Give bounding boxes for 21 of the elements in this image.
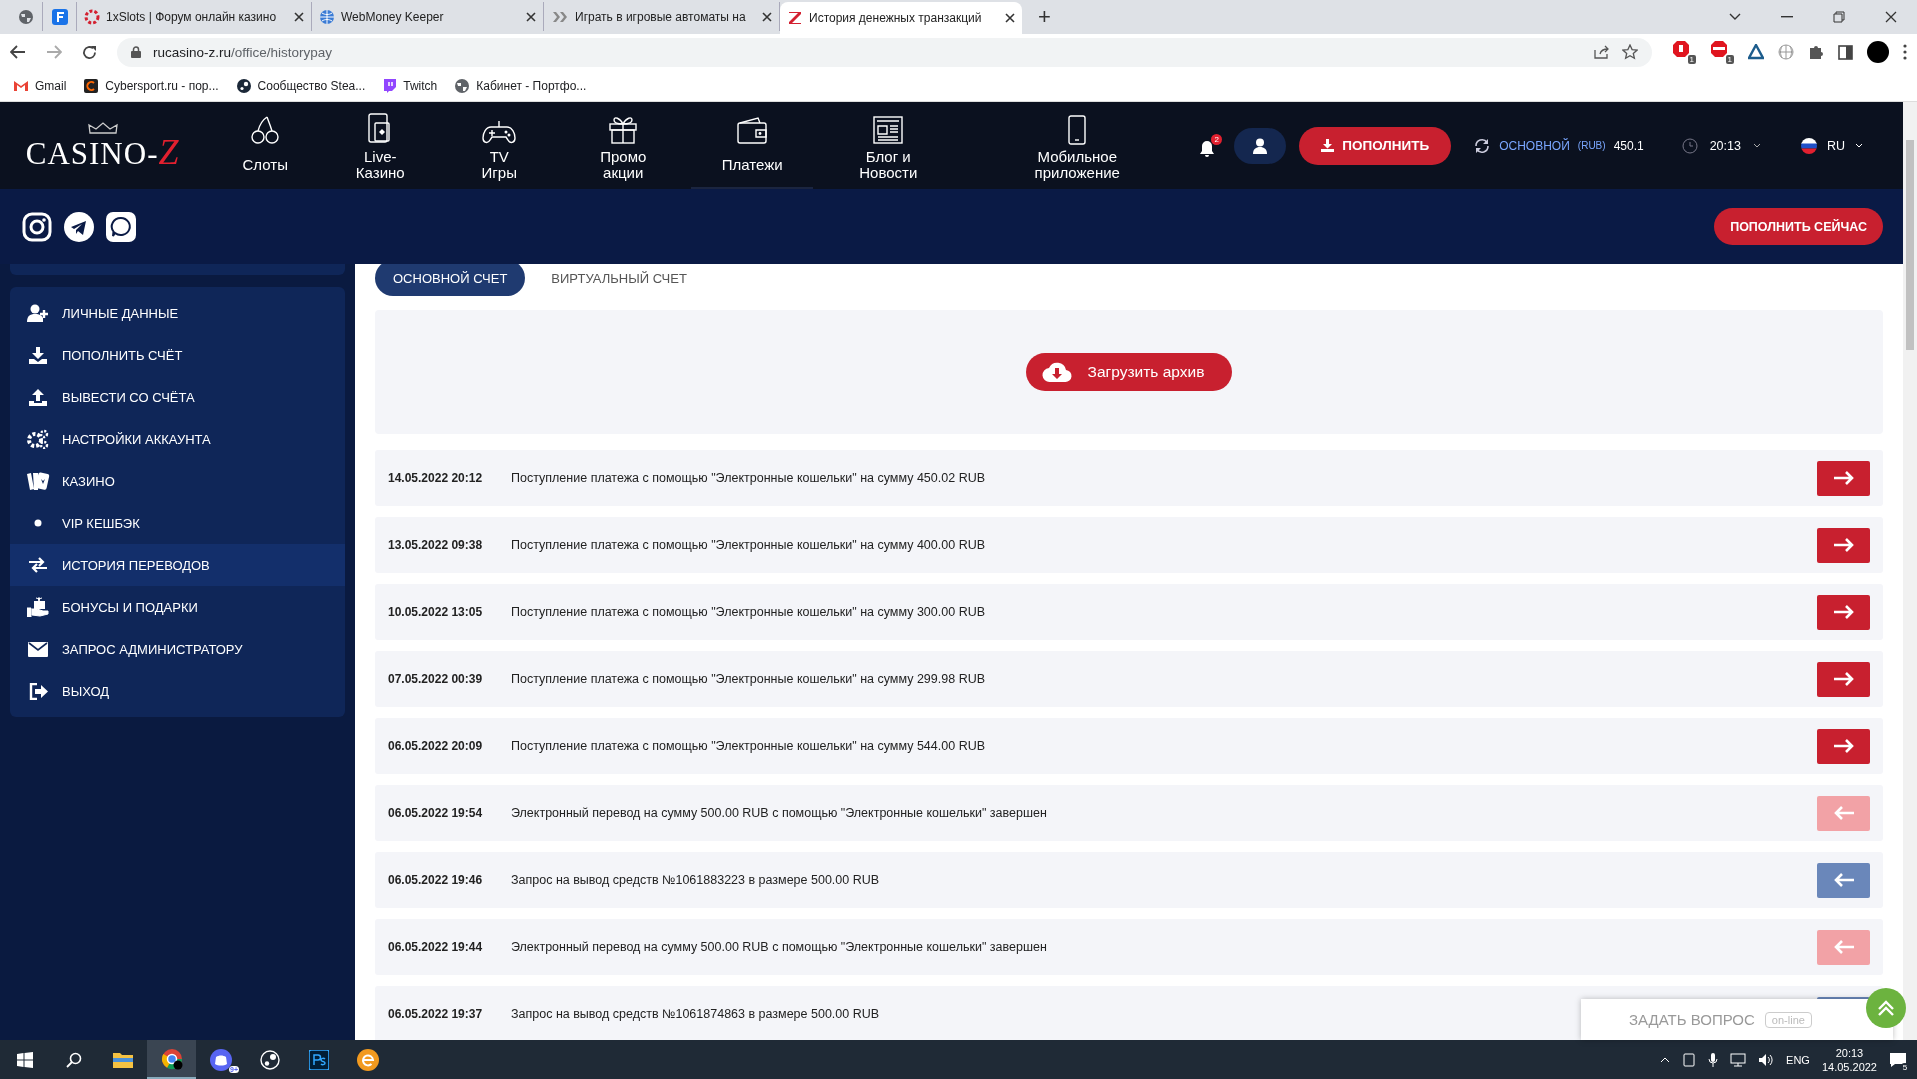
transaction-description: Поступление платежа с помощью "Электронные кошельки" на сумму 450.02 RUB bbox=[511, 471, 986, 485]
transaction-date: 10.05.2022 13:05 bbox=[387, 605, 484, 619]
transaction-date: 13.05.2022 09:38 bbox=[387, 538, 484, 552]
transaction-description: Электронный перевод на сумму 500.00 RUB с помощью "Электронные кошельки" завершен bbox=[511, 806, 1047, 820]
transaction-description: Поступление платежа с помощью "Электронные кошельки" на сумму 300.00 RUB bbox=[511, 605, 986, 619]
transaction-description: Поступление платежа с помощью "Электронные кошельки" на сумму 299.98 RUB bbox=[511, 672, 986, 686]
online-status-badge: on-line bbox=[1764, 1011, 1812, 1028]
transaction-date: 06.05.2022 19:46 bbox=[387, 873, 484, 887]
transaction-date: 06.05.2022 19:44 bbox=[387, 940, 484, 954]
transaction-date: 06.05.2022 19:54 bbox=[387, 806, 484, 820]
transaction-description: Электронный перевод на сумму 500.00 RUB с помощью "Электронные кошельки" завершен bbox=[511, 940, 1047, 954]
url-text: rucasino-z.ru/office/historypay bbox=[153, 44, 333, 60]
chat-widget-label: ЗАДАТЬ ВОПРОС bbox=[1629, 1011, 1755, 1028]
transaction-date: 06.05.2022 19:37 bbox=[387, 1007, 484, 1021]
transaction-description: Поступление платежа с помощью "Электронные кошельки" на сумму 400.00 RUB bbox=[511, 538, 986, 552]
transaction-description: Запрос на вывод средств №1061874863 в размере 500.00 RUB bbox=[511, 1007, 880, 1021]
transaction-date: 07.05.2022 00:39 bbox=[387, 672, 484, 686]
transaction-date: 06.05.2022 20:09 bbox=[387, 739, 484, 753]
transaction-description: Поступление платежа с помощью "Электронные кошельки" на сумму 544.00 RUB bbox=[511, 739, 986, 753]
transaction-description: Запрос на вывод средств №1061883223 в размере 500.00 RUB bbox=[511, 873, 880, 887]
transaction-date: 14.05.2022 20:12 bbox=[387, 471, 484, 485]
